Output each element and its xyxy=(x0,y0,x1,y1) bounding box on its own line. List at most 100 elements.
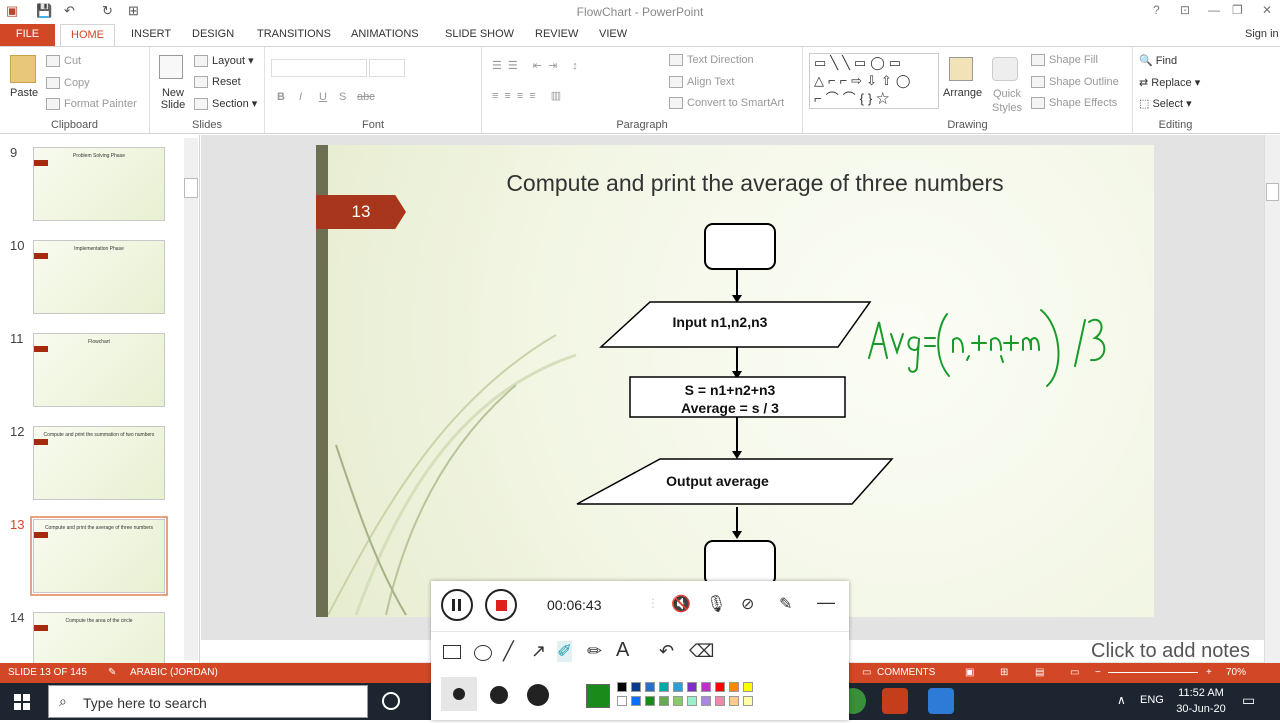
color-swatch[interactable] xyxy=(673,682,683,692)
color-swatch[interactable] xyxy=(729,696,739,706)
powerpoint-app-icon[interactable] xyxy=(882,688,908,714)
text-tool-icon[interactable]: A xyxy=(616,639,629,662)
recorder-app-icon[interactable] xyxy=(928,688,954,714)
spellcheck-icon[interactable]: ✎ xyxy=(108,667,116,678)
strikethrough-button[interactable]: abc xyxy=(357,91,375,103)
layout-button[interactable]: Layout ▾ xyxy=(194,54,254,68)
tab-transitions[interactable]: TRANSITIONS xyxy=(257,28,331,40)
find-button[interactable]: 🔍 Find xyxy=(1139,54,1177,67)
zoom-in-icon[interactable]: + xyxy=(1206,667,1212,678)
slide-sorter-icon[interactable]: ⊞ xyxy=(1000,667,1008,678)
align-icons[interactable]: ≡≡≡≡ ▥ xyxy=(492,89,567,102)
task-view-icon[interactable] xyxy=(382,692,400,710)
quick-styles-icon[interactable] xyxy=(992,57,1018,81)
drag-handle-icon[interactable]: ⋮ xyxy=(647,596,659,610)
tab-review[interactable]: REVIEW xyxy=(535,28,578,40)
minimize-recorder-icon[interactable]: — xyxy=(817,592,835,613)
normal-view-icon[interactable]: ▣ xyxy=(965,667,974,678)
arrow-tool-icon[interactable]: ↗ xyxy=(531,641,546,662)
pause-button[interactable] xyxy=(441,589,473,621)
start-terminal[interactable] xyxy=(704,223,776,270)
scroll-thumb[interactable] xyxy=(1266,183,1279,201)
color-swatch[interactable] xyxy=(715,682,725,692)
color-swatch[interactable] xyxy=(743,682,753,692)
shapes-gallery[interactable]: ▭╲╲▭◯▭ △⌐⌐⇨⇩⇧◯ ⌐⌒⌒{}☆ xyxy=(809,53,939,109)
tab-view[interactable]: VIEW xyxy=(599,28,627,40)
stop-button[interactable] xyxy=(485,589,517,621)
shape-outline-button[interactable]: Shape Outline xyxy=(1031,76,1119,89)
end-terminal[interactable] xyxy=(704,540,776,585)
quick-styles-button[interactable]: Quick Styles xyxy=(989,87,1025,115)
ribbon-options-icon[interactable]: ⊡ xyxy=(1180,3,1190,17)
rectangle-tool-icon[interactable] xyxy=(443,645,461,659)
comments-button[interactable]: COMMENTS xyxy=(877,667,935,678)
tab-design[interactable]: DESIGN xyxy=(192,28,234,40)
shadow-button[interactable]: S xyxy=(339,91,346,103)
shape-effects-button[interactable]: Shape Effects xyxy=(1031,97,1117,110)
section-button[interactable]: Section ▾ xyxy=(194,97,257,111)
eraser-tool-icon[interactable]: ⌫ xyxy=(689,641,714,662)
text-direction-button[interactable]: Text Direction xyxy=(669,54,754,67)
thumbnail-scrollbar[interactable] xyxy=(184,138,198,660)
webcam-off-icon[interactable]: ⊘ xyxy=(741,594,754,614)
color-swatch[interactable] xyxy=(687,696,697,706)
color-swatch[interactable] xyxy=(743,696,753,706)
highlighter-tool-icon[interactable]: ✏ xyxy=(587,641,602,662)
brush-size-medium[interactable] xyxy=(490,686,508,704)
color-swatch[interactable] xyxy=(631,682,641,692)
slide-thumbnail[interactable]: Problem Solving Phase xyxy=(33,147,165,221)
color-swatch[interactable] xyxy=(645,682,655,692)
color-swatch[interactable] xyxy=(715,696,725,706)
paste-icon[interactable] xyxy=(10,55,36,83)
color-swatch[interactable] xyxy=(617,696,627,706)
tab-slide-show[interactable]: SLIDE SHOW xyxy=(445,28,514,40)
slide-thumbnail[interactable]: Flowchart xyxy=(33,333,165,407)
brush-size-large[interactable] xyxy=(527,684,549,706)
reset-button[interactable]: Reset xyxy=(194,76,241,89)
font-name-box[interactable] xyxy=(271,59,367,77)
slideshow-view-icon[interactable]: ▭ xyxy=(1070,667,1079,678)
new-slide-button[interactable]: New Slide xyxy=(158,87,188,111)
arrange-icon[interactable] xyxy=(949,57,973,81)
close-icon[interactable]: ✕ xyxy=(1262,3,1272,17)
align-text-button[interactable]: Align Text xyxy=(669,76,735,89)
select-button[interactable]: ⬚ Select ▾ xyxy=(1139,97,1192,110)
color-swatch[interactable] xyxy=(701,696,711,706)
slide-thumbnail[interactable]: Compute and print the summation of two n… xyxy=(33,426,165,500)
speaker-mute-icon[interactable]: 🔇 xyxy=(671,594,691,614)
tab-insert[interactable]: INSERT xyxy=(131,28,171,40)
new-slide-icon[interactable] xyxy=(159,55,183,79)
brush-size-small-selected[interactable] xyxy=(441,677,477,711)
current-color-swatch[interactable] xyxy=(586,684,610,708)
tab-file[interactable]: FILE xyxy=(0,24,55,46)
undo-drawing-icon[interactable]: ↶ xyxy=(659,641,674,662)
reading-view-icon[interactable]: ▤ xyxy=(1035,667,1044,678)
maximize-icon[interactable]: ❐ xyxy=(1232,3,1243,17)
paste-button[interactable]: Paste xyxy=(10,87,38,99)
replace-button[interactable]: ⇄ Replace ▾ xyxy=(1139,76,1200,89)
vertical-scrollbar[interactable] xyxy=(1264,135,1280,663)
bullets-icon[interactable]: ☰☰ ⇤⇥ ↕ xyxy=(492,59,584,72)
taskbar-clock[interactable]: 11:52 AM 30-Jun-20 xyxy=(1172,685,1230,717)
color-swatch[interactable] xyxy=(659,682,669,692)
color-swatch[interactable] xyxy=(631,696,641,706)
color-swatch[interactable] xyxy=(701,682,711,692)
color-swatch[interactable] xyxy=(673,696,683,706)
font-size-box[interactable] xyxy=(369,59,405,77)
zoom-level[interactable]: 70% xyxy=(1226,667,1246,678)
notes-placeholder[interactable]: Click to add notes xyxy=(1091,640,1250,663)
ellipse-tool-icon[interactable] xyxy=(474,645,492,661)
shape-fill-button[interactable]: Shape Fill xyxy=(1031,54,1098,67)
taskbar-search[interactable]: ⌕ Type here to search xyxy=(48,685,368,718)
zoom-slider[interactable] xyxy=(1108,672,1198,673)
sign-in-link[interactable]: Sign in xyxy=(1245,28,1279,40)
start-button[interactable] xyxy=(0,683,44,720)
tab-home[interactable]: HOME xyxy=(60,24,115,47)
zoom-out-icon[interactable]: − xyxy=(1095,667,1101,678)
color-swatch[interactable] xyxy=(659,696,669,706)
italic-button[interactable]: I xyxy=(299,91,302,103)
line-tool-icon[interactable]: ╱ xyxy=(503,641,514,662)
format-painter-button[interactable]: Format Painter xyxy=(46,98,137,111)
microphone-icon[interactable]: 🎙 xyxy=(706,594,726,614)
scroll-thumb[interactable] xyxy=(184,178,198,198)
